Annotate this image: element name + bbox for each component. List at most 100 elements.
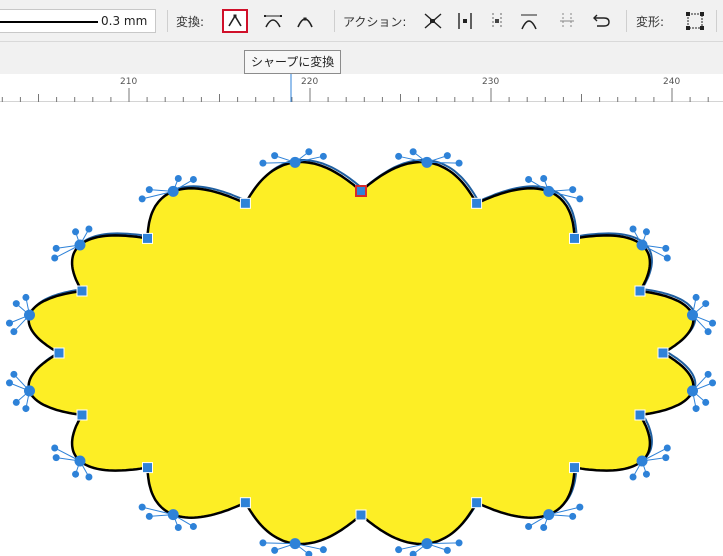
- control-handle[interactable]: [138, 195, 146, 203]
- smooth-node[interactable]: [23, 385, 35, 397]
- control-handle[interactable]: [443, 152, 451, 160]
- curve-node[interactable]: [471, 497, 483, 509]
- control-handle[interactable]: [305, 550, 313, 556]
- control-handle[interactable]: [702, 300, 710, 308]
- control-handle[interactable]: [709, 319, 717, 327]
- control-handle[interactable]: [72, 228, 80, 236]
- control-handle[interactable]: [189, 175, 197, 183]
- break-curve-button[interactable]: [420, 9, 446, 33]
- control-handle[interactable]: [692, 405, 700, 413]
- control-handle[interactable]: [525, 523, 533, 531]
- control-handle[interactable]: [10, 370, 18, 378]
- convert-to-sharp-button[interactable]: [222, 9, 248, 33]
- control-handle[interactable]: [72, 470, 80, 478]
- control-handle[interactable]: [569, 512, 577, 520]
- curve-node[interactable]: [569, 232, 580, 244]
- smooth-node[interactable]: [636, 239, 648, 251]
- control-handle[interactable]: [663, 444, 671, 452]
- curve-node[interactable]: [142, 462, 153, 474]
- control-handle[interactable]: [443, 546, 451, 554]
- reverse-curve-button[interactable]: [588, 9, 614, 33]
- curve-node[interactable]: [355, 509, 367, 521]
- smooth-node[interactable]: [543, 509, 555, 521]
- smooth-node[interactable]: [687, 385, 699, 397]
- smooth-node[interactable]: [543, 185, 555, 197]
- control-handle[interactable]: [319, 152, 327, 160]
- control-handle[interactable]: [271, 152, 279, 160]
- control-handle[interactable]: [395, 546, 403, 554]
- control-handle[interactable]: [259, 159, 267, 167]
- control-handle[interactable]: [576, 195, 584, 203]
- smooth-node[interactable]: [167, 509, 179, 521]
- control-handle[interactable]: [145, 512, 153, 520]
- smooth-node[interactable]: [167, 185, 179, 197]
- smooth-node[interactable]: [289, 156, 301, 168]
- control-handle[interactable]: [662, 454, 670, 462]
- curve-node[interactable]: [634, 409, 646, 421]
- control-handle[interactable]: [692, 293, 700, 301]
- control-handle[interactable]: [409, 148, 417, 156]
- horizontal-ruler[interactable]: 210 220 230 240: [0, 74, 723, 102]
- convert-to-smooth-button[interactable]: [260, 9, 286, 33]
- control-handle[interactable]: [174, 524, 182, 532]
- control-handle[interactable]: [709, 379, 717, 387]
- control-handle[interactable]: [85, 225, 93, 233]
- control-handle[interactable]: [642, 470, 650, 478]
- control-handle[interactable]: [663, 254, 671, 262]
- control-handle[interactable]: [52, 454, 60, 462]
- smooth-node[interactable]: [421, 156, 433, 168]
- smooth-node[interactable]: [421, 538, 433, 550]
- control-handle[interactable]: [189, 523, 197, 531]
- control-handle[interactable]: [704, 370, 712, 378]
- control-handle[interactable]: [22, 293, 30, 301]
- convert-to-smart-button[interactable]: [292, 9, 318, 33]
- control-handle[interactable]: [525, 175, 533, 183]
- control-handle[interactable]: [12, 398, 20, 406]
- join-curves-button[interactable]: [452, 9, 478, 33]
- control-handle[interactable]: [704, 328, 712, 336]
- curve-node[interactable]: [634, 285, 646, 297]
- curve-node[interactable]: [142, 232, 153, 244]
- curve-node[interactable]: [569, 462, 580, 474]
- control-handle[interactable]: [174, 174, 182, 182]
- control-handle[interactable]: [5, 319, 13, 327]
- control-handle[interactable]: [271, 546, 279, 554]
- close-curve-button[interactable]: [516, 9, 542, 33]
- control-handle[interactable]: [10, 328, 18, 336]
- control-handle[interactable]: [319, 546, 327, 554]
- control-handle[interactable]: [629, 225, 637, 233]
- split-curve-button[interactable]: [484, 9, 510, 33]
- flower-shape[interactable]: [27, 160, 695, 546]
- smooth-node[interactable]: [74, 455, 86, 467]
- smooth-node[interactable]: [687, 309, 699, 321]
- curve-node[interactable]: [239, 497, 251, 509]
- curve-node[interactable]: [76, 285, 88, 297]
- control-handle[interactable]: [642, 228, 650, 236]
- smooth-node[interactable]: [289, 538, 301, 550]
- control-handle[interactable]: [51, 254, 59, 262]
- curve-node[interactable]: [471, 197, 483, 209]
- curve-node[interactable]: [657, 347, 669, 359]
- smooth-node[interactable]: [23, 309, 35, 321]
- curve-node[interactable]: [239, 197, 251, 209]
- control-handle[interactable]: [409, 550, 417, 556]
- control-handle[interactable]: [455, 159, 463, 167]
- control-handle[interactable]: [22, 405, 30, 413]
- control-handle[interactable]: [395, 152, 403, 160]
- transform-box-button[interactable]: [682, 9, 708, 33]
- smooth-node[interactable]: [636, 455, 648, 467]
- smooth-node[interactable]: [74, 239, 86, 251]
- control-handle[interactable]: [12, 300, 20, 308]
- stroke-width-field[interactable]: 0.3 mm: [0, 9, 156, 33]
- curve-node[interactable]: [53, 347, 65, 359]
- control-handle[interactable]: [138, 503, 146, 511]
- selected-node[interactable]: [355, 185, 367, 197]
- control-handle[interactable]: [305, 148, 313, 156]
- control-handle[interactable]: [259, 539, 267, 547]
- control-handle[interactable]: [52, 244, 60, 252]
- control-handle[interactable]: [662, 244, 670, 252]
- control-handle[interactable]: [629, 473, 637, 481]
- control-handle[interactable]: [455, 539, 463, 547]
- control-handle[interactable]: [569, 186, 577, 194]
- control-handle[interactable]: [145, 186, 153, 194]
